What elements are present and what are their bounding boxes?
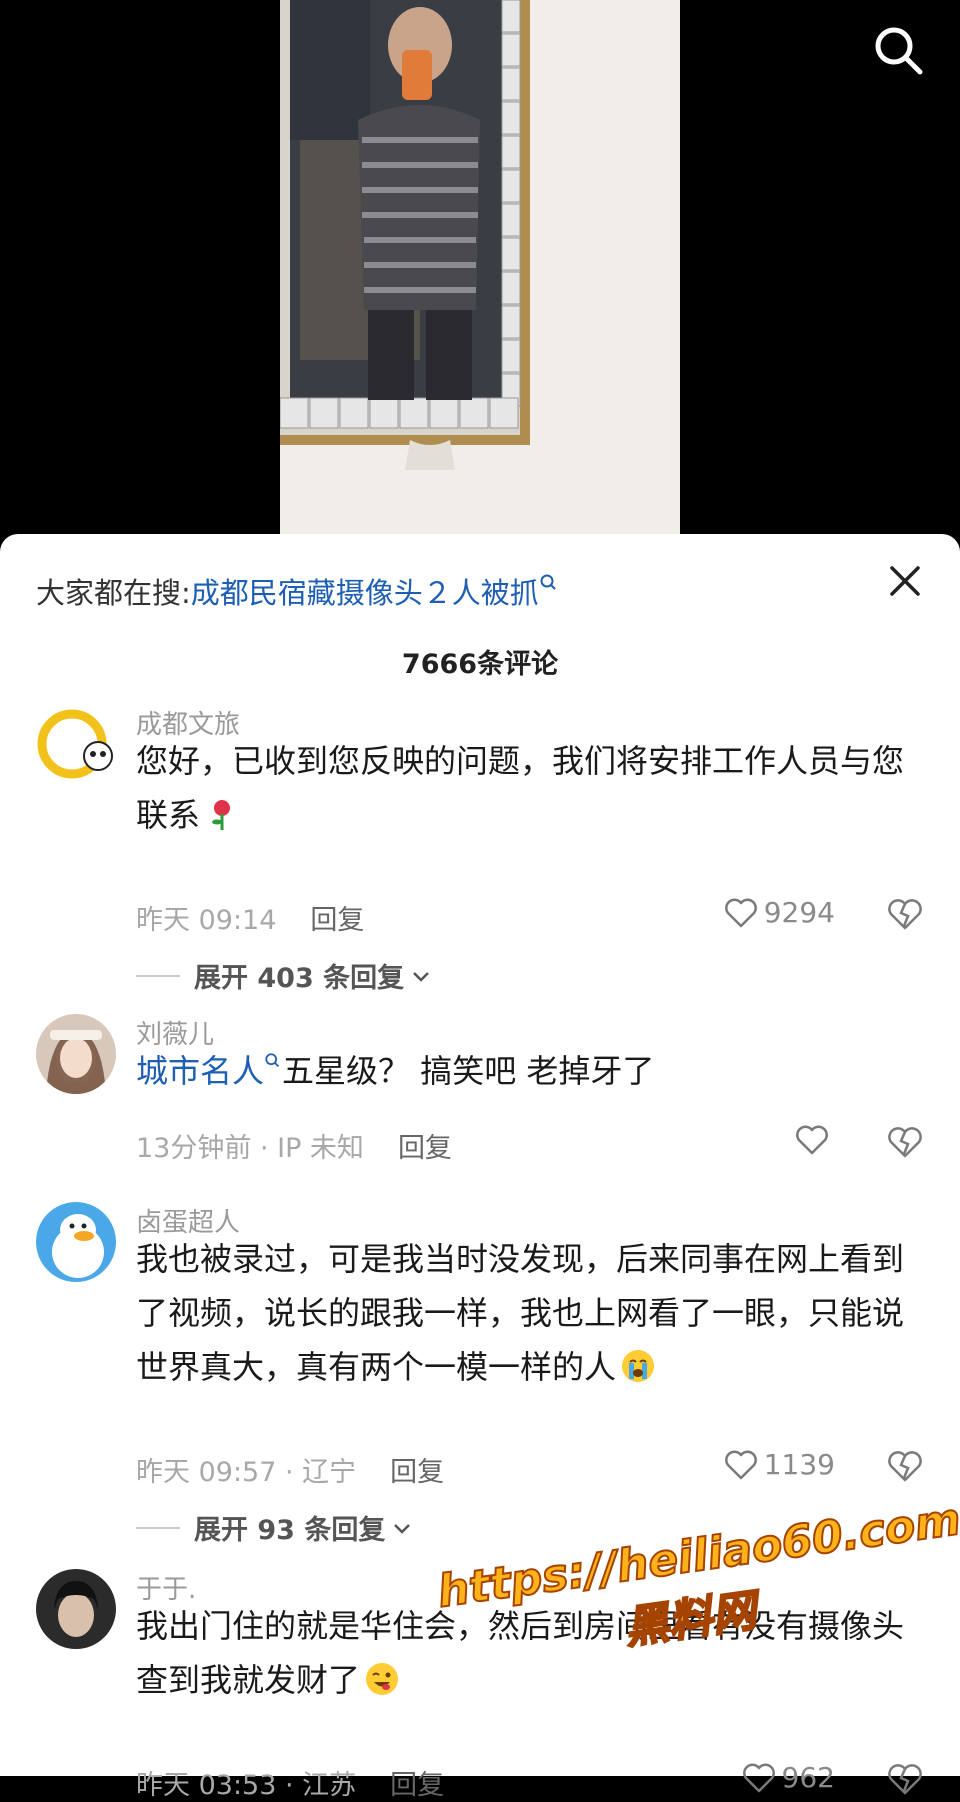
trending-search-bar[interactable]: 大家都在搜:成都民宿藏摄像头２人被抓 — [36, 570, 559, 612]
comment-meta: 13分钟前 · IP 未知 回复 — [136, 1126, 452, 1165]
trending-label: 大家都在搜: — [36, 576, 191, 610]
like-button[interactable] — [795, 1124, 835, 1156]
dislike-button[interactable] — [886, 1761, 924, 1797]
search-icon[interactable] — [872, 24, 924, 76]
expand-replies-label: 展开 93 条回复 — [194, 1515, 386, 1546]
divider — [136, 974, 180, 977]
mention-link[interactable]: 城市名人 — [136, 1052, 264, 1090]
dislike-button[interactable] — [886, 1124, 924, 1160]
expand-replies-button[interactable]: 展开 93 条回复 — [136, 1508, 413, 1547]
close-icon[interactable] — [886, 562, 924, 600]
comment-time: 昨天 09:57 · 辽宁 — [136, 1457, 357, 1488]
comment-text: 您好，已收到您反映的问题，我们将安排工作人员与您联系 — [136, 734, 916, 842]
broken-heart-icon — [888, 1451, 922, 1482]
like-button[interactable]: 962 — [742, 1761, 835, 1794]
chevron-down-icon — [413, 971, 430, 982]
comment-time: 昨天 03:53 · 江苏 — [136, 1770, 357, 1801]
comment-count: 7666条评论 — [401, 649, 559, 680]
small-search-icon — [265, 1053, 280, 1068]
like-button[interactable]: 9294 — [724, 896, 835, 929]
broken-heart-icon — [888, 1127, 922, 1158]
expand-replies-label: 展开 403 条回复 — [194, 963, 405, 994]
comment-meta: 昨天 03:53 · 江苏 回复 — [136, 1763, 444, 1802]
reply-button[interactable]: 回复 — [390, 1770, 444, 1801]
heart-icon — [796, 1125, 828, 1155]
avatar[interactable] — [36, 1569, 116, 1649]
reply-button[interactable]: 回复 — [398, 1133, 452, 1164]
comment-time: 昨天 09:14 — [136, 905, 277, 936]
comment-time: 13分钟前 · IP 未知 — [136, 1133, 364, 1164]
avatar[interactable] — [36, 704, 116, 784]
broken-heart-icon — [888, 1764, 922, 1795]
comment-text-content: 我也被录过，可是我当时没发现，后来同事在网上看到了视频，说长的跟我一样，我也上网… — [136, 1240, 905, 1386]
comment-text: 我也被录过，可是我当时没发现，后来同事在网上看到了视频，说长的跟我一样，我也上网… — [136, 1232, 916, 1394]
small-search-icon — [540, 574, 556, 590]
divider — [136, 1526, 180, 1529]
like-button[interactable]: 1139 — [724, 1448, 835, 1481]
comment-text-content: 五星级？ 搞笑吧 老掉牙了 — [282, 1052, 655, 1090]
rose-emoji-icon — [204, 794, 240, 830]
comment-text-content: 您好，已收到您反映的问题，我们将安排工作人员与您联系 — [136, 742, 905, 834]
dislike-button[interactable] — [886, 1448, 924, 1484]
trending-search-link[interactable]: 成都民宿藏摄像头２人被抓 — [191, 576, 539, 610]
chevron-down-icon — [394, 1523, 411, 1534]
winking-face-emoji-icon — [364, 1659, 400, 1695]
comment-meta: 昨天 09:57 · 辽宁 回复 — [136, 1450, 444, 1489]
expand-replies-button[interactable]: 展开 403 条回复 — [136, 956, 432, 995]
heart-icon — [724, 1450, 757, 1479]
avatar[interactable] — [36, 1014, 116, 1094]
video-frame-mirror-selfie — [280, 0, 680, 535]
dislike-button[interactable] — [886, 896, 924, 932]
crying-face-emoji-icon — [620, 1346, 656, 1382]
broken-heart-icon — [888, 899, 922, 930]
comment-meta: 昨天 09:14 回复 — [136, 898, 364, 937]
reply-button[interactable]: 回复 — [390, 1457, 444, 1488]
like-count: 1139 — [763, 1448, 835, 1481]
heart-icon — [724, 898, 757, 927]
avatar[interactable] — [36, 1202, 116, 1282]
like-count: 9294 — [763, 896, 835, 929]
like-count: 962 — [781, 1761, 835, 1794]
heart-icon — [742, 1763, 775, 1792]
reply-button[interactable]: 回复 — [310, 905, 364, 936]
comment-text: 城市名人 五星级？ 搞笑吧 老掉牙了 — [136, 1044, 916, 1098]
video-player[interactable] — [0, 0, 960, 545]
